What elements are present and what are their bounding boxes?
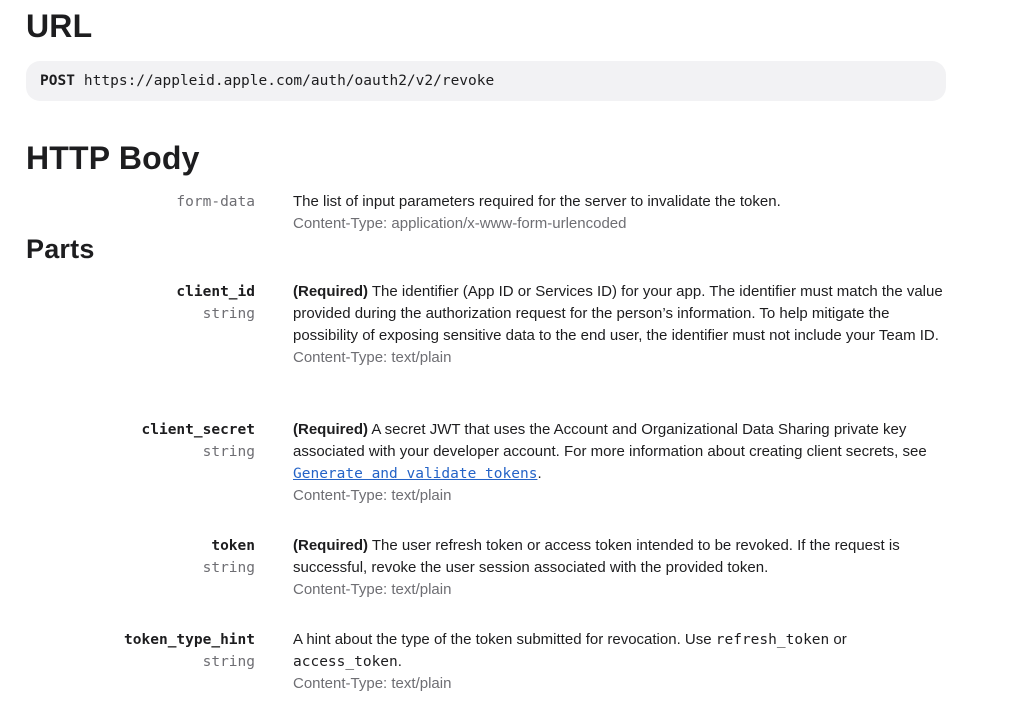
http-body-heading: HTTP Body: [26, 140, 200, 176]
description-text: The list of input parameters required fo…: [293, 193, 781, 210]
content-type: Content-Type: application/x-www-form-url…: [293, 215, 627, 232]
description-end: .: [397, 653, 402, 670]
generate-tokens-link[interactable]: Generate and validate tokens: [293, 466, 537, 482]
param-type: string: [202, 306, 255, 322]
param-left-column: client_secret string: [142, 419, 256, 463]
param-description: (Required) The user refresh token or acc…: [293, 535, 943, 601]
url-code-block: POST https://appleid.apple.com/auth/oaut…: [26, 61, 946, 101]
code-access-token: access_token: [293, 654, 398, 670]
http-method: POST: [40, 73, 75, 89]
url-heading: URL: [26, 8, 93, 44]
param-name: client_id: [176, 284, 255, 300]
content-type: Content-Type: text/plain: [293, 349, 452, 366]
param-left-column: token string: [203, 535, 255, 579]
description-body: The identifier (App ID or Services ID) f…: [293, 283, 943, 344]
description-body: A secret JWT that uses the Account and O…: [293, 421, 927, 460]
param-left-column: token_type_hint string: [124, 629, 255, 673]
code-refresh-token: refresh_token: [715, 632, 830, 648]
description-text: (Required) The user refresh token or acc…: [293, 535, 943, 579]
param-name: token: [211, 538, 255, 554]
endpoint-url: https://appleid.apple.com/auth/oauth2/v2…: [83, 73, 495, 89]
description-text: (Required) A secret JWT that uses the Ac…: [293, 419, 943, 485]
content-type: Content-Type: text/plain: [293, 487, 452, 504]
required-label: (Required): [293, 537, 368, 554]
param-type: string: [202, 654, 255, 670]
description-text: A hint about the type of the token submi…: [293, 629, 943, 673]
required-label: (Required): [293, 283, 368, 300]
param-description: A hint about the type of the token submi…: [293, 629, 943, 695]
param-type: string: [202, 444, 255, 460]
documentation-page: URL POST https://appleid.apple.com/auth/…: [0, 0, 1030, 705]
param-name: client_secret: [141, 422, 256, 438]
content-type: Content-Type: text/plain: [293, 675, 452, 692]
description-start: A hint about the type of the token submi…: [293, 631, 716, 648]
param-type: string: [202, 560, 255, 576]
param-left-column: form-data: [176, 191, 255, 213]
description-end: .: [537, 465, 542, 482]
param-description: (Required) The identifier (App ID or Ser…: [293, 281, 943, 369]
param-description: The list of input parameters required fo…: [293, 191, 943, 235]
param-name: form-data: [176, 194, 255, 210]
parts-heading: Parts: [26, 234, 95, 264]
content-type: Content-Type: text/plain: [293, 581, 452, 598]
param-description: (Required) A secret JWT that uses the Ac…: [293, 419, 943, 507]
param-name: token_type_hint: [124, 632, 255, 648]
description-mid: or: [829, 631, 847, 648]
description-text: (Required) The identifier (App ID or Ser…: [293, 281, 943, 347]
required-label: (Required): [293, 421, 368, 438]
param-left-column: client_id string: [176, 281, 255, 325]
description-body: The user refresh token or access token i…: [293, 537, 900, 576]
